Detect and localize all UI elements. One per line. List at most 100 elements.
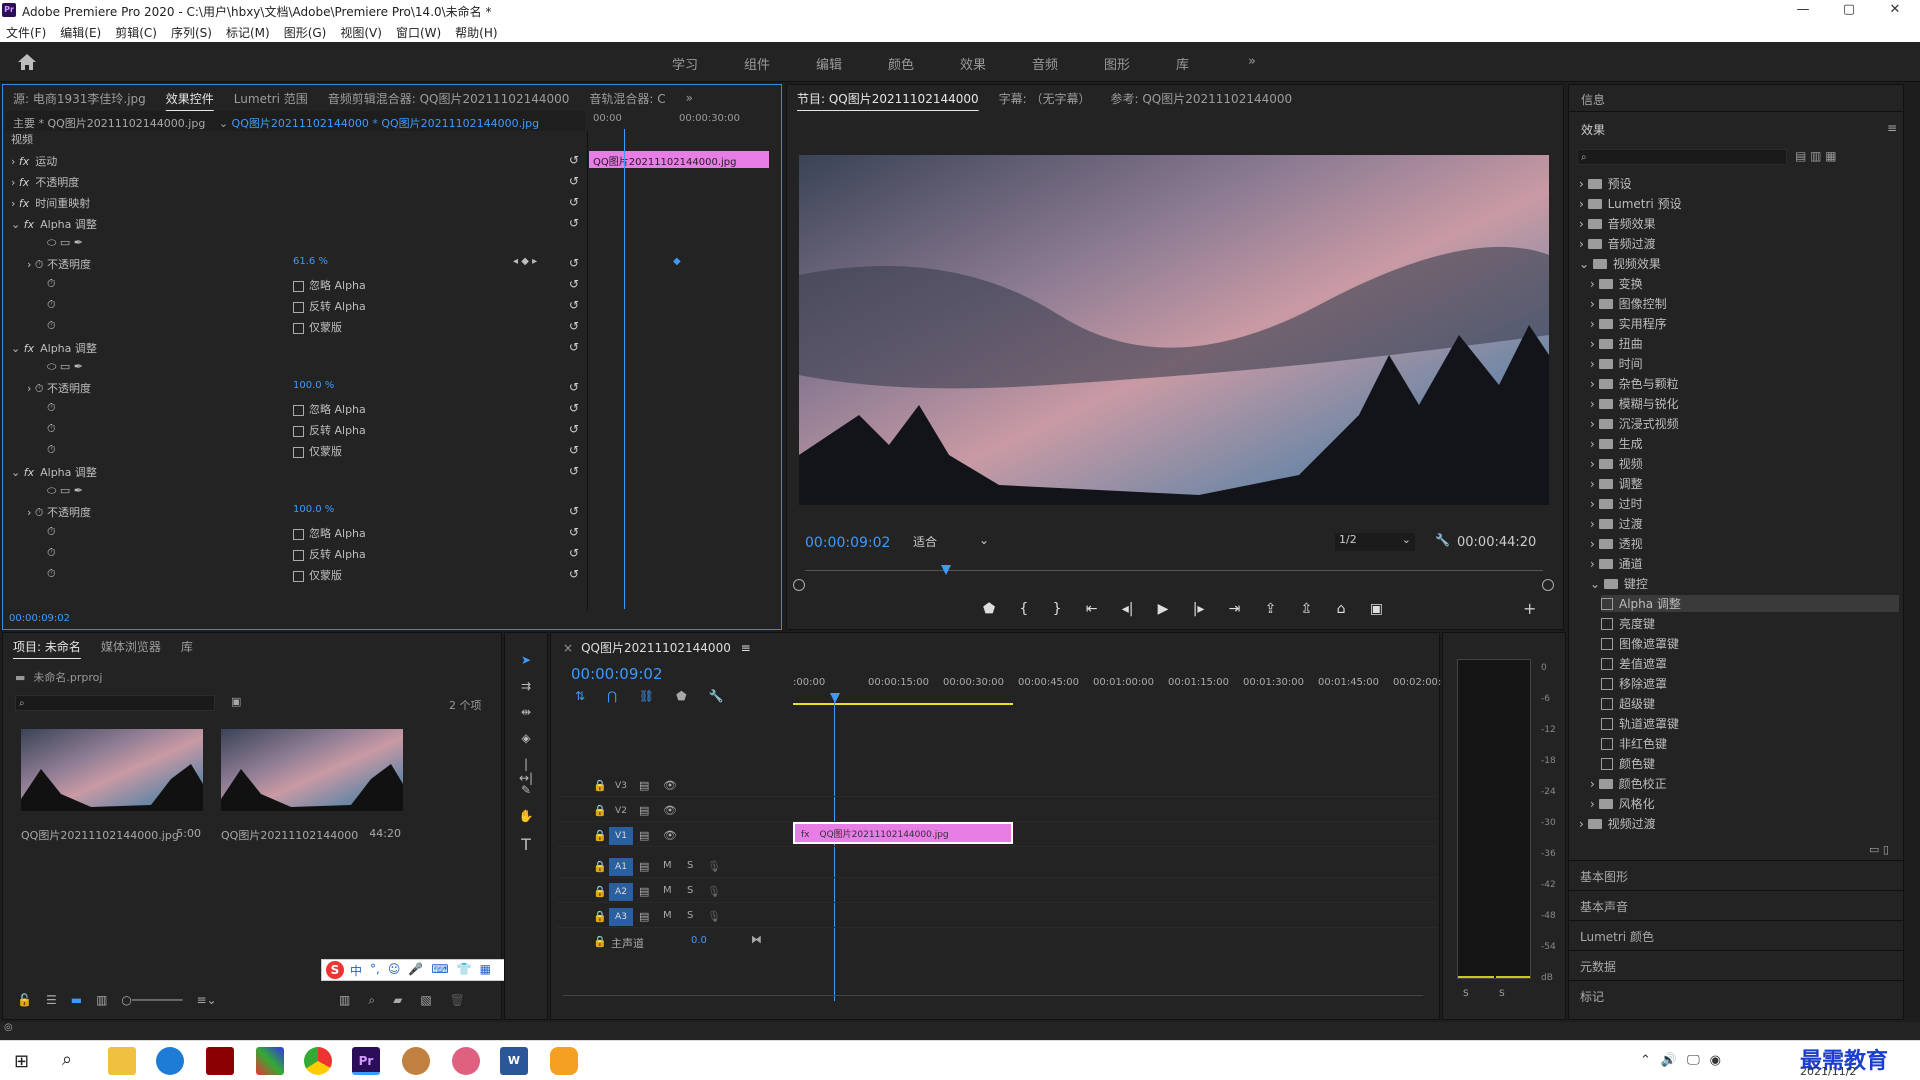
pen-mask-icon[interactable]: ✒ [74,484,83,497]
mic-icon[interactable]: 🎙 [707,860,721,873]
ec-tab-1[interactable]: 效果控件 [156,90,224,107]
ime-button-2[interactable]: ☺ [388,962,401,979]
tray-chevron-icon[interactable]: ⌃ [1640,1053,1651,1068]
bin-icon[interactable]: ▣ [231,695,241,708]
expand-icon[interactable]: › [1590,557,1599,571]
opacity-value[interactable]: 100.0 % [293,504,334,521]
new-bin-icon[interactable]: ▰ [393,993,402,1008]
app2-icon[interactable] [402,1047,430,1075]
program-ruler[interactable] [805,561,1543,571]
mute-button[interactable]: M [663,860,672,871]
reset-icon[interactable]: ↺ [569,422,579,436]
list-view-icon[interactable]: ☰ [46,993,57,1009]
freeform-view-icon[interactable]: ▥ [96,993,107,1009]
effects-tree-item[interactable]: › 时间 [1590,355,1899,372]
checkbox-box[interactable] [293,528,304,540]
effects-tree-item[interactable]: › 音频效果 [1579,215,1899,232]
toggle-sync-icon[interactable]: ▤ [639,885,649,898]
chrome-icon[interactable] [304,1047,332,1075]
camera-icon[interactable]: ⌂ [1337,601,1346,619]
ec-playhead[interactable] [624,129,625,609]
expand-icon[interactable]: › [1579,817,1588,831]
right-section-tab[interactable]: 基本图形 [1568,860,1904,888]
app4-icon[interactable] [550,1047,578,1075]
checkbox-box[interactable] [293,570,304,582]
fx-icon[interactable]: fx [24,342,34,355]
expand-icon[interactable]: › [11,155,19,168]
premiere-taskbar-icon[interactable]: Pr [352,1047,380,1075]
app3-icon[interactable] [452,1047,480,1075]
solo-right-button[interactable]: S [1499,989,1505,999]
timeline-timecode[interactable]: 00:00:09:02 [571,665,663,683]
effects-tree-item[interactable]: 移除遮罩 [1601,675,1899,692]
stopwatch-icon[interactable]: ⏱ [47,298,56,315]
workspace-tab-5[interactable]: 音频 [1032,54,1058,73]
play-icon[interactable]: ▶ [1158,601,1169,619]
effects-tree-item[interactable]: › 视频过渡 [1579,815,1899,832]
mark-in-icon[interactable]: { [1019,601,1028,619]
collapse-icon[interactable]: ⌄ [11,466,24,479]
effects-tree-item[interactable]: › 杂色与颗粒 [1590,375,1899,392]
workspaces-more-icon[interactable]: » [1248,54,1256,69]
effects-tree-item[interactable]: ⌄ 键控 [1590,575,1899,592]
trash-icon[interactable]: 🗑 [450,993,465,1008]
track-label[interactable]: V1 [609,827,633,845]
menu-item-3[interactable]: 序列(S) [171,24,212,41]
expand-icon[interactable]: › [1590,517,1599,531]
reset-icon[interactable]: ↺ [569,298,579,312]
go-to-in-icon[interactable]: ⇤ [1086,601,1098,619]
find-icon[interactable]: ⌕ [368,993,375,1008]
timeline-scrollbar[interactable] [563,995,1423,1007]
reset-icon[interactable]: ↺ [569,174,579,188]
effects-tree-item[interactable]: 差值遮罩 [1601,655,1899,672]
fx-row[interactable]: › fx 时间重映射 [11,195,90,212]
stopwatch-icon[interactable]: ⏱ [47,319,56,336]
effects-tree-item[interactable]: › 通道 [1590,555,1899,572]
pen-mask-icon[interactable]: ✒ [74,236,83,249]
tray-app-icon[interactable]: ◉ [1710,1053,1721,1068]
menu-item-6[interactable]: 视图(V) [340,24,382,41]
stopwatch-icon[interactable]: ⏱ [47,401,56,418]
option-checkbox[interactable]: 忽略 Alpha [293,525,366,542]
close-tab-icon[interactable]: × [563,641,573,655]
icon-view-icon[interactable]: ▬ [71,993,82,1009]
opacity-value[interactable]: 100.0 % [293,380,334,397]
ec-timecode[interactable]: 00:00:09:02 [9,613,70,624]
minimize-button[interactable]: — [1780,0,1826,22]
project-tab-1[interactable]: 媒体浏览器 [91,638,171,655]
expand-icon[interactable]: › [1590,477,1599,491]
opacity-value[interactable]: 61.6 % [293,256,328,273]
effects-tree-item[interactable]: 亮度键 [1601,615,1899,632]
type-tool-icon[interactable]: T [517,835,535,854]
menu-item-1[interactable]: 编辑(E) [60,24,101,41]
effects-tree-item[interactable]: › 视频 [1590,455,1899,472]
expand-icon[interactable]: › [1590,317,1599,331]
razor-tool-icon[interactable]: ◈ [517,731,535,747]
ime-button-3[interactable]: 🎤 [408,962,423,979]
mic-icon[interactable]: 🎙 [707,910,721,923]
resolution-dropdown[interactable]: 1/2 ⌄ [1335,533,1415,551]
expand-icon[interactable]: › [1579,217,1588,231]
add-button-icon[interactable]: + [1523,599,1536,618]
track-label[interactable]: V3 [609,777,633,795]
master-value[interactable]: 0.0 [691,935,707,946]
ellipse-mask-icon[interactable]: ⬭ [47,484,60,497]
eye-icon[interactable]: 👁 [663,829,677,842]
toggle-sync-icon[interactable]: ▤ [639,829,649,842]
effects-tree-item[interactable]: ⌄ 视频效果 [1579,255,1899,272]
expand-icon[interactable]: › [1590,377,1599,391]
option-checkbox[interactable]: 反转 Alpha [293,422,366,439]
program-tab-1[interactable]: 字幕: （无字幕） [989,90,1101,107]
stopwatch-icon[interactable]: ⏱ [47,443,56,460]
effects-tab[interactable]: 效果 [1581,121,1605,138]
effects-tree-item[interactable]: › 透视 [1590,535,1899,552]
step-back-icon[interactable]: ◂| [1122,601,1134,619]
lift-icon[interactable]: ⇪ [1265,601,1277,619]
ec-tab-0[interactable]: 源: 电商1931李佳玲.jpg [3,90,156,107]
expand-icon[interactable]: › [1590,777,1599,791]
expand-icon[interactable]: › [1579,197,1588,211]
effects-tree-item[interactable]: 轨道遮罩键 [1601,715,1899,732]
start-icon[interactable]: ⊞ [14,1051,29,1072]
solo-button[interactable]: S [687,860,693,871]
right-section-tab[interactable]: 基本声音 [1568,890,1904,918]
